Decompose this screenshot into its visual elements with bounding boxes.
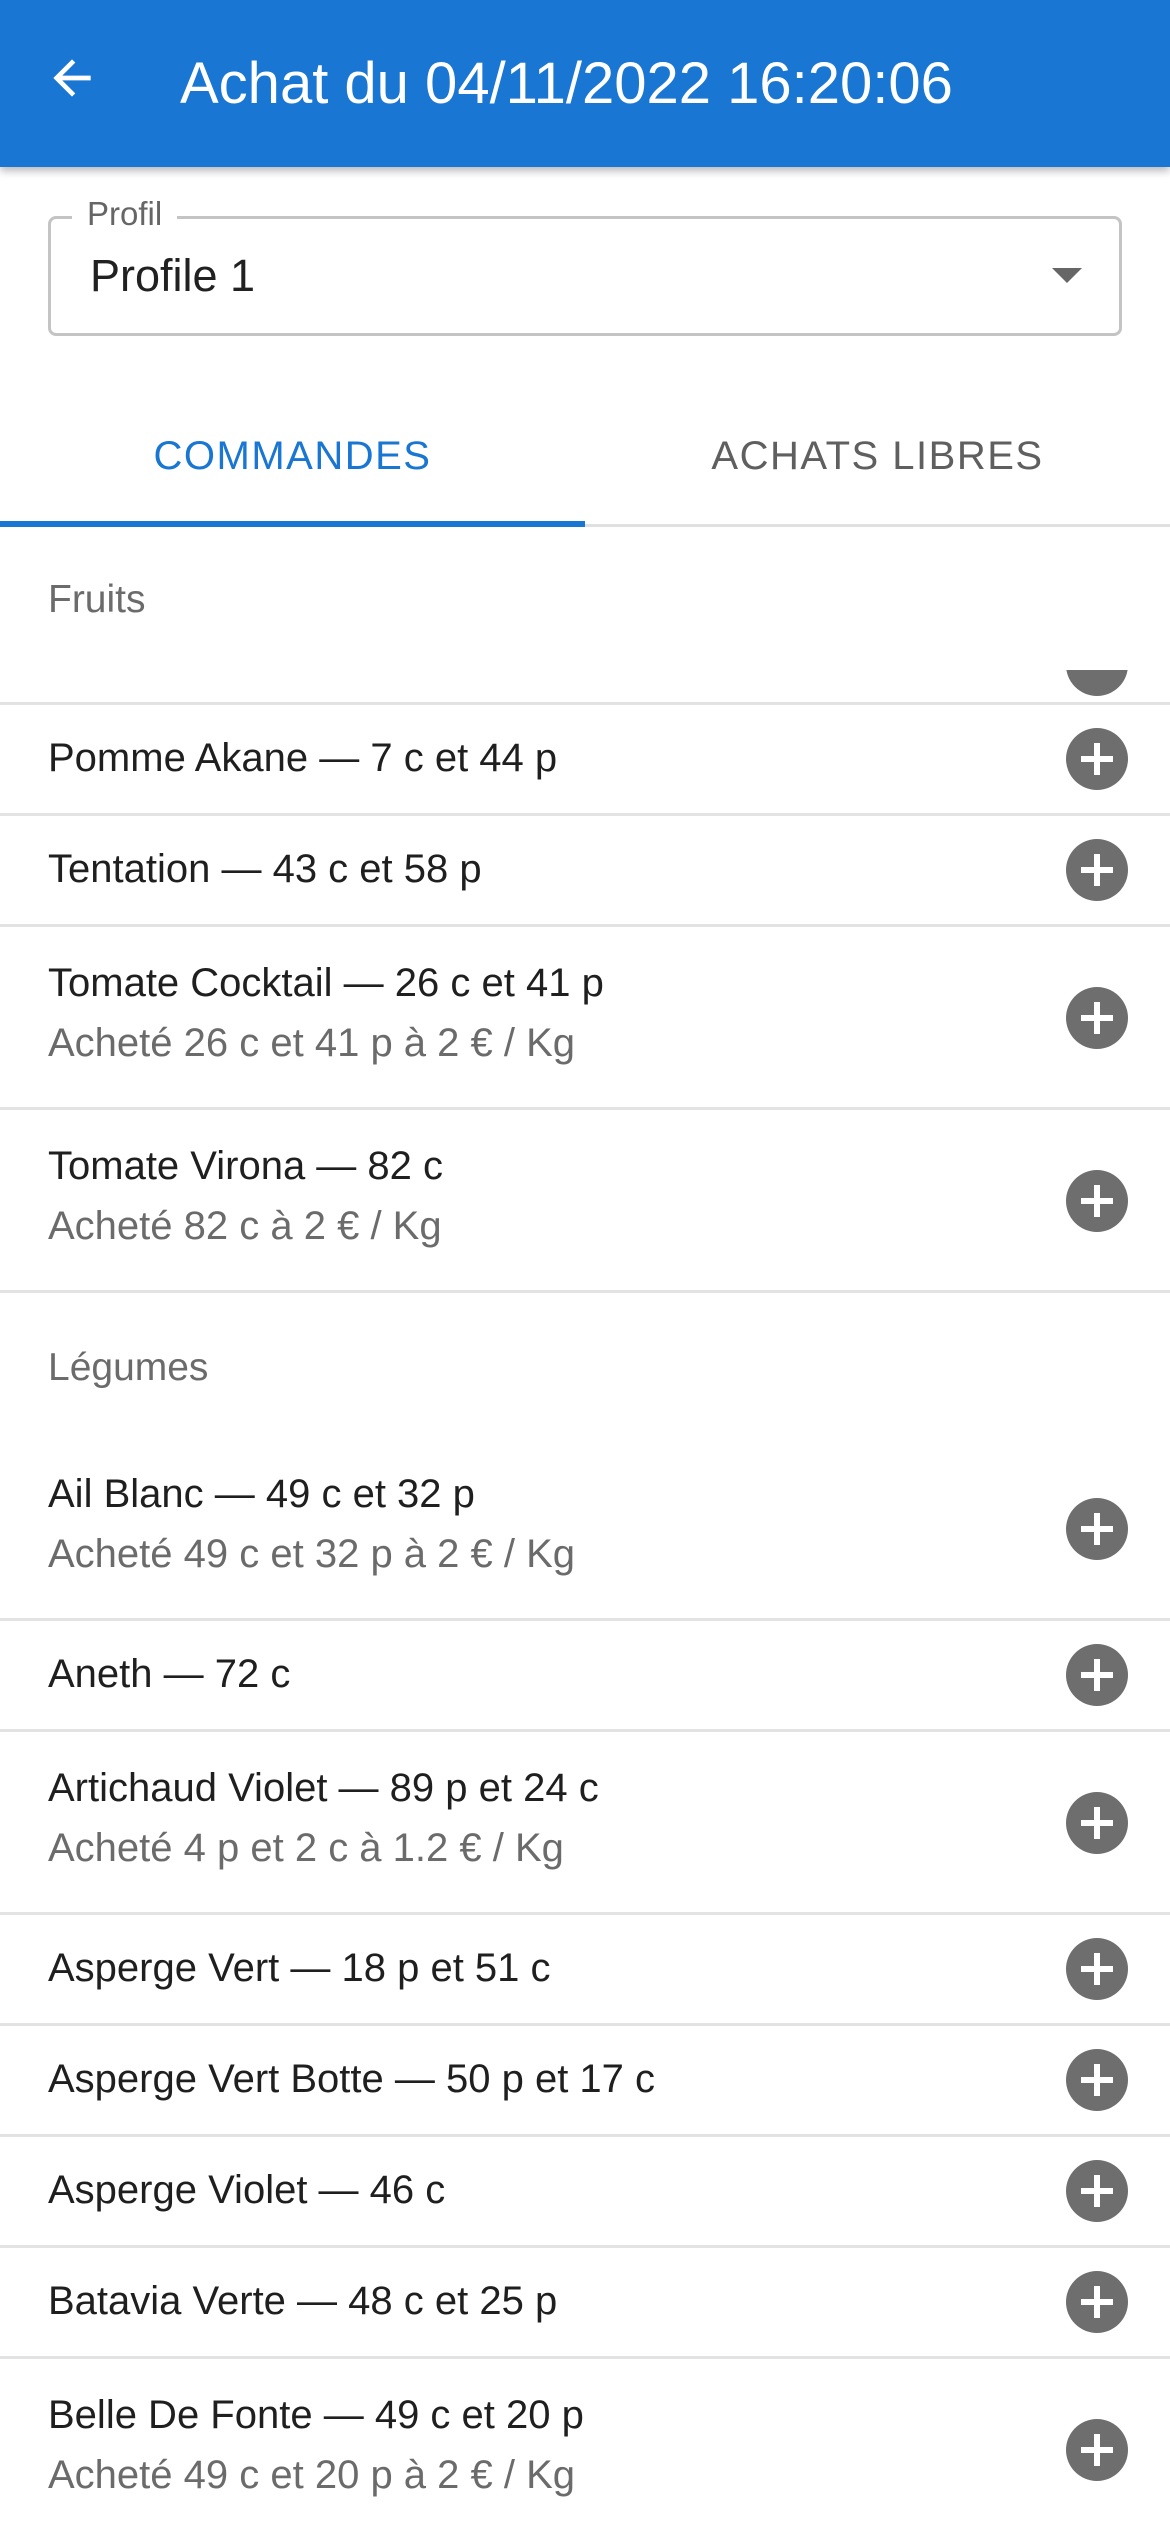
- add-button[interactable]: [1066, 2271, 1128, 2333]
- list-item[interactable]: Asperge Vert Botte — 50 p et 17 c: [0, 2026, 1170, 2137]
- item-detail: Acheté 49 c et 20 p à 2 € / Kg: [48, 2453, 576, 2497]
- profile-select-value: Profile 1: [90, 250, 256, 301]
- tab-bar: COMMANDES ACHATS LIBRES: [0, 390, 1170, 527]
- tab-commandes[interactable]: COMMANDES: [0, 390, 585, 527]
- list-item[interactable]: Batavia Verte — 48 c et 25 p: [0, 2248, 1170, 2359]
- item-name: Artichaud Violet — 89 p et 24 c: [48, 1766, 599, 1810]
- profile-select[interactable]: Profil Profile 1: [48, 194, 1122, 336]
- item-name: Batavia Verte — 48 c et 25 p: [48, 2279, 558, 2323]
- item-detail: Acheté 4 p et 2 c à 1.2 € / Kg: [48, 1826, 564, 1870]
- page-title: Achat du 04/11/2022 16:20:06: [180, 51, 953, 116]
- tab-achats-libres[interactable]: ACHATS LIBRES: [585, 390, 1170, 527]
- item-name: Tomate Virona — 82 c: [48, 1144, 444, 1188]
- add-button[interactable]: [1066, 2419, 1128, 2481]
- add-button[interactable]: [1066, 1792, 1128, 1854]
- item-name: Asperge Violet — 46 c: [48, 2168, 446, 2212]
- item-name: Tomate Cocktail — 26 c et 41 p: [48, 961, 604, 1005]
- add-button[interactable]: [1066, 987, 1128, 1049]
- section-header-fruits: Fruits: [48, 578, 146, 621]
- item-name: Tentation — 43 c et 58 p: [48, 847, 482, 891]
- list-item[interactable]: Asperge Vert — 18 p et 51 c: [0, 1915, 1170, 2026]
- add-button[interactable]: [1066, 839, 1128, 901]
- add-button[interactable]: [1066, 728, 1128, 790]
- item-name: Aneth — 72 c: [48, 1652, 291, 1696]
- active-tab-indicator: [0, 521, 585, 527]
- add-button[interactable]: [1066, 1938, 1128, 2000]
- product-list[interactable]: Fruits Pomme Akane — 7 c et 44 p Tentati…: [0, 530, 1170, 2532]
- list-item[interactable]: Belle De Fonte — 49 c et 20 p Acheté 49 …: [0, 2359, 1170, 2532]
- item-name: Belle De Fonte — 49 c et 20 p: [48, 2393, 584, 2437]
- partial-list-item: [0, 670, 1170, 704]
- list-item[interactable]: Artichaud Violet — 89 p et 24 c Acheté 4…: [0, 1732, 1170, 1915]
- item-detail: Acheté 26 c et 41 p à 2 € / Kg: [48, 1021, 576, 1065]
- list-item[interactable]: Pomme Akane — 7 c et 44 p: [0, 705, 1170, 816]
- list-item[interactable]: Tomate Virona — 82 c Acheté 82 c à 2 € /…: [0, 1110, 1170, 1293]
- item-detail: Acheté 49 c et 32 p à 2 € / Kg: [48, 1532, 576, 1576]
- item-name: Ail Blanc — 49 c et 32 p: [48, 1472, 475, 1516]
- list-item[interactable]: Ail Blanc — 49 c et 32 p Acheté 49 c et …: [0, 1438, 1170, 1621]
- list-item[interactable]: Asperge Violet — 46 c: [0, 2137, 1170, 2248]
- add-button[interactable]: [1066, 1170, 1128, 1232]
- list-item[interactable]: Tentation — 43 c et 58 p: [0, 816, 1170, 927]
- list-item[interactable]: Tomate Cocktail — 26 c et 41 p Acheté 26…: [0, 927, 1170, 1110]
- add-button[interactable]: [1066, 1498, 1128, 1560]
- section-header-legumes: Légumes: [48, 1346, 209, 1389]
- item-name: Asperge Vert — 18 p et 51 c: [48, 1946, 551, 1990]
- add-circle-icon: [1066, 670, 1128, 696]
- app-bar: Achat du 04/11/2022 16:20:06: [0, 0, 1170, 167]
- item-name: Asperge Vert Botte — 50 p et 17 c: [48, 2057, 656, 2101]
- list-item[interactable]: Aneth — 72 c: [0, 1621, 1170, 1732]
- add-button[interactable]: [1066, 1644, 1128, 1706]
- item-detail: Acheté 82 c à 2 € / Kg: [48, 1204, 442, 1248]
- add-button[interactable]: [1066, 2160, 1128, 2222]
- back-button[interactable]: [30, 36, 114, 120]
- item-name: Pomme Akane — 7 c et 44 p: [48, 736, 558, 780]
- caret-down-icon: [1052, 268, 1082, 283]
- add-button[interactable]: [1066, 2049, 1128, 2111]
- arrow-back-icon: [53, 59, 91, 97]
